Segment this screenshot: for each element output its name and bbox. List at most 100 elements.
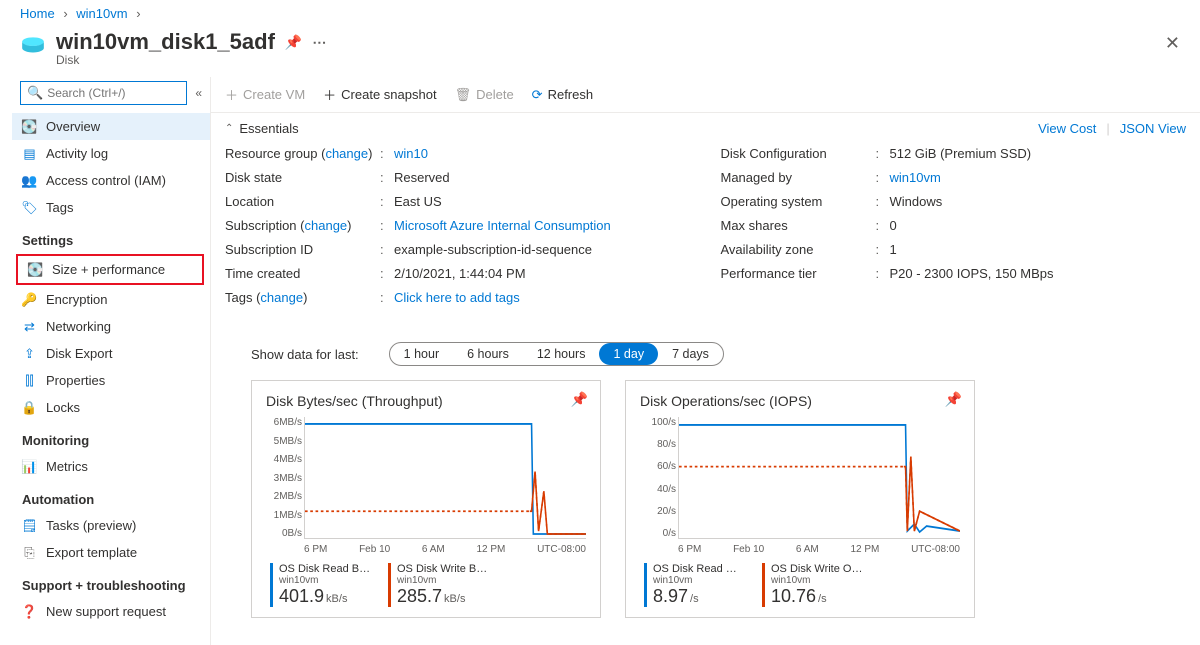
managed-by-value[interactable]: win10vm bbox=[890, 169, 1187, 187]
properties-icon: ⫿⫿ bbox=[22, 373, 37, 388]
sidebar-item-size-performance[interactable]: 💽 Size + performance bbox=[18, 256, 202, 283]
more-icon[interactable]: ⋯ bbox=[312, 34, 326, 51]
sidebar-group-settings: Settings bbox=[12, 221, 210, 253]
refresh-button[interactable]: ⟳ Refresh bbox=[532, 87, 593, 103]
sidebar-item-label: Size + performance bbox=[52, 262, 165, 277]
essentials-header[interactable]: ⌃ Essentials View Cost | JSON View bbox=[211, 113, 1200, 138]
chart-plot-area[interactable]: 100/s80/s60/s40/s20/s0/s 6 PMFeb 106 AM1… bbox=[678, 417, 960, 557]
title-text: win10vm_disk1_5adf bbox=[56, 29, 275, 55]
tags-value[interactable]: Click here to add tags bbox=[394, 289, 691, 307]
sidebar-item-label: Properties bbox=[46, 373, 105, 388]
sidebar-item-networking[interactable]: ⇄ Networking bbox=[12, 313, 210, 340]
disk-resource-icon bbox=[20, 33, 46, 59]
breadcrumb-vm[interactable]: win10vm bbox=[76, 6, 127, 21]
key-icon: 🔑 bbox=[22, 292, 37, 307]
legend-item: OS Disk Write Operat.. win10vm 10.76/s bbox=[762, 563, 862, 607]
json-view-link[interactable]: JSON View bbox=[1120, 121, 1186, 136]
tag-icon: 🏷 bbox=[22, 200, 37, 215]
collapse-sidebar-icon[interactable]: « bbox=[195, 86, 202, 100]
sidebar-item-tags[interactable]: 🏷 Tags bbox=[12, 194, 210, 221]
sidebar-item-encryption[interactable]: 🔑 Encryption bbox=[12, 286, 210, 313]
plus-icon: ＋ bbox=[225, 85, 238, 104]
sidebar-item-label: Metrics bbox=[46, 459, 88, 474]
legend-unit: kB/s bbox=[326, 593, 347, 605]
sidebar-item-activity-log[interactable]: ▤ Activity log bbox=[12, 140, 210, 167]
range-6h[interactable]: 6 hours bbox=[453, 343, 523, 365]
sidebar-group-monitoring: Monitoring bbox=[12, 421, 210, 453]
chevron-down-icon: ⌃ bbox=[225, 123, 233, 134]
sidebar-item-disk-export[interactable]: ⇪ Disk Export bbox=[12, 340, 210, 367]
legend-item: OS Disk Read Operati.. win10vm 8.97/s bbox=[644, 563, 744, 607]
pin-icon[interactable]: 📌 bbox=[285, 34, 302, 51]
range-1d[interactable]: 1 day bbox=[599, 343, 658, 365]
disk-config-value: 512 GiB (Premium SSD) bbox=[890, 145, 1187, 163]
charts-row: Disk Bytes/sec (Throughput) 📌 6MB/s5MB/s… bbox=[211, 380, 1200, 618]
max-shares-value: 0 bbox=[890, 217, 1187, 235]
breadcrumb-sep: › bbox=[136, 6, 140, 21]
sidebar-item-label: Activity log bbox=[46, 146, 108, 161]
sidebar-item-metrics[interactable]: 📊 Metrics bbox=[12, 453, 210, 480]
export-icon: ⇪ bbox=[22, 346, 37, 361]
perf-tier-value: P20 - 2300 IOPS, 150 MBps bbox=[890, 265, 1187, 283]
sidebar-item-overview[interactable]: 💽 Overview bbox=[12, 113, 210, 140]
sidebar-item-properties[interactable]: ⫿⫿ Properties bbox=[12, 367, 210, 394]
location-value: East US bbox=[394, 193, 691, 211]
change-sub-link[interactable]: change bbox=[305, 218, 348, 233]
sidebar-item-label: Access control (IAM) bbox=[46, 173, 166, 188]
time-range-selector: Show data for last: 1 hour 6 hours 12 ho… bbox=[211, 318, 1200, 380]
view-cost-link[interactable]: View Cost bbox=[1038, 121, 1096, 136]
pin-chart-icon[interactable]: 📌 bbox=[571, 391, 588, 408]
y-axis: 6MB/s5MB/s4MB/s3MB/s2MB/s1MB/s0B/s bbox=[266, 417, 302, 539]
range-1h[interactable]: 1 hour bbox=[390, 343, 453, 365]
legend-value: 10.76 bbox=[771, 586, 816, 606]
search-icon: 🔍 bbox=[27, 85, 43, 101]
legend-resource: win10vm bbox=[279, 575, 370, 586]
create-snapshot-button[interactable]: ＋ Create snapshot bbox=[323, 85, 436, 104]
range-pill: 1 hour 6 hours 12 hours 1 day 7 days bbox=[389, 342, 724, 366]
sidebar-item-locks[interactable]: 🔒 Locks bbox=[12, 394, 210, 421]
sidebar-item-iam[interactable]: 👥 Access control (IAM) bbox=[12, 167, 210, 194]
chart-plot-area[interactable]: 6MB/s5MB/s4MB/s3MB/s2MB/s1MB/s0B/s 6 PMF… bbox=[304, 417, 586, 557]
breadcrumb-home[interactable]: Home bbox=[20, 6, 55, 21]
legend-resource: win10vm bbox=[771, 575, 862, 586]
search-box[interactable]: 🔍 bbox=[20, 81, 187, 105]
sidebar-item-label: Tags bbox=[46, 200, 73, 215]
legend-value: 8.97 bbox=[653, 586, 688, 606]
legend-series-name: OS Disk Read Bytes/S.. bbox=[279, 563, 371, 575]
legend-value: 401.9 bbox=[279, 586, 324, 606]
disk-icon: 💽 bbox=[28, 262, 43, 277]
sidebar-item-label: Tasks (preview) bbox=[46, 518, 136, 533]
subscription-value[interactable]: Microsoft Azure Internal Consumption bbox=[394, 217, 691, 235]
plus-icon: ＋ bbox=[323, 85, 336, 104]
sidebar-item-new-support[interactable]: ❓ New support request bbox=[12, 598, 210, 625]
sidebar-item-label: Networking bbox=[46, 319, 111, 334]
main-content: ＋ Create VM ＋ Create snapshot 🗑 Delete ⟳… bbox=[210, 77, 1200, 645]
chart-title: Disk Bytes/sec (Throughput) bbox=[266, 393, 586, 409]
log-icon: ▤ bbox=[22, 146, 37, 161]
disk-state-value: Reserved bbox=[394, 169, 691, 187]
page-title: win10vm_disk1_5adf 📌 ⋯ bbox=[56, 29, 326, 55]
az-value: 1 bbox=[890, 241, 1187, 259]
search-input[interactable] bbox=[47, 86, 180, 100]
change-tags-link[interactable]: change bbox=[260, 290, 303, 305]
rg-value[interactable]: win10 bbox=[394, 145, 691, 163]
chart-legend: OS Disk Read Operati.. win10vm 8.97/s OS… bbox=[644, 563, 960, 607]
os-value: Windows bbox=[890, 193, 1187, 211]
lock-icon: 🔒 bbox=[22, 400, 37, 415]
sidebar-item-label: New support request bbox=[46, 604, 166, 619]
sidebar-group-automation: Automation bbox=[12, 480, 210, 512]
refresh-icon: ⟳ bbox=[532, 87, 543, 103]
sidebar-item-tasks[interactable]: 🗒 Tasks (preview) bbox=[12, 512, 210, 539]
chart-card: Disk Operations/sec (IOPS) 📌 100/s80/s60… bbox=[625, 380, 975, 618]
close-icon[interactable]: ✕ bbox=[1165, 33, 1180, 54]
sidebar-item-export-template[interactable]: ⎘ Export template bbox=[12, 539, 210, 566]
tasks-icon: 🗒 bbox=[22, 518, 37, 533]
chart-card: Disk Bytes/sec (Throughput) 📌 6MB/s5MB/s… bbox=[251, 380, 601, 618]
legend-unit: /s bbox=[690, 593, 699, 605]
pin-chart-icon[interactable]: 📌 bbox=[945, 391, 962, 408]
range-7d[interactable]: 7 days bbox=[658, 343, 723, 365]
sidebar-item-label: Disk Export bbox=[46, 346, 112, 361]
legend-series-name: OS Disk Read Operati.. bbox=[653, 563, 745, 575]
range-12h[interactable]: 12 hours bbox=[523, 343, 600, 365]
change-rg-link[interactable]: change bbox=[325, 146, 368, 161]
